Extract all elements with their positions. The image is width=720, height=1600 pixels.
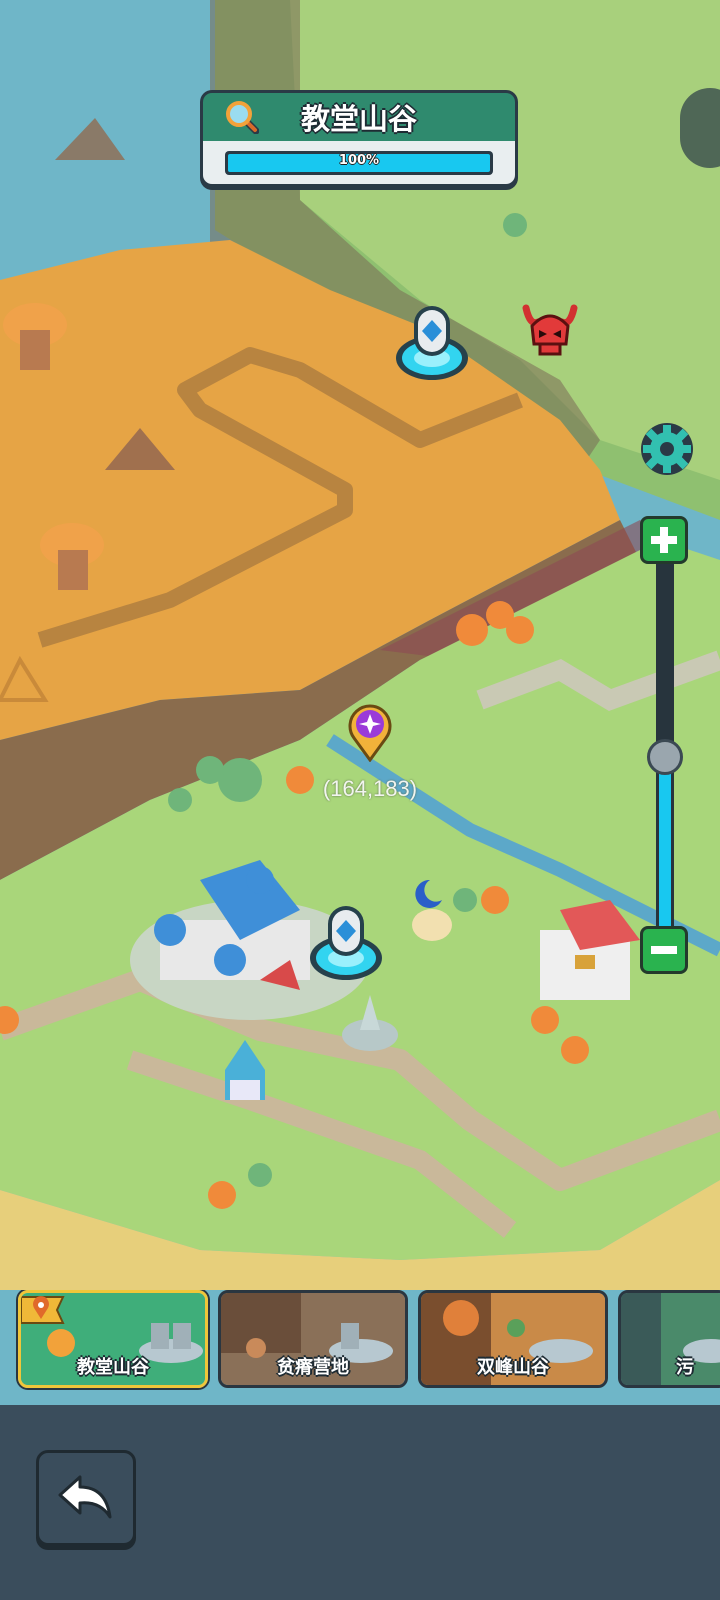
gear-icon[interactable] [638,420,696,478]
demon-skull-icon[interactable] [520,300,580,358]
region-name: 教堂山谷 [77,1357,149,1378]
waypoint-marker-icon[interactable] [346,702,394,762]
zoom-out-button[interactable] [640,926,688,974]
minus-icon [651,946,677,954]
location-pin-flag-icon [21,1296,65,1324]
portal-icon-upper[interactable] [392,306,472,386]
magnifier-icon[interactable] [225,100,259,134]
back-button[interactable] [36,1450,136,1546]
region-name: 贫瘠营地 [277,1357,349,1378]
progress-bar: 100% [225,150,493,175]
zoom-level-fill [659,757,671,930]
zoom-slider[interactable] [647,562,683,930]
region-card-1[interactable]: 贫瘠营地 [218,1290,408,1388]
plus-icon [651,527,677,553]
region-name: 双峰山谷 [477,1357,549,1378]
region-card-3[interactable]: 污 [618,1290,720,1388]
location-title: 教堂山谷 [300,102,417,136]
region-selector[interactable]: 教堂山谷 贫瘠营地 双峰山谷 污 [0,1290,720,1390]
world-map[interactable]: (164,183) 教堂山谷 100% [0,0,720,1405]
region-name: 污 [676,1357,694,1378]
exploration-progress: 100% [203,141,515,184]
location-header: 教堂山谷 [203,93,515,141]
portal-icon-village[interactable] [306,906,386,986]
zoom-slider-handle[interactable] [647,739,683,776]
region-card-0[interactable]: 教堂山谷 [18,1290,208,1388]
back-arrow-icon [58,1475,112,1519]
region-card-2[interactable]: 双峰山谷 [418,1290,608,1388]
map-coordinates: (164,183) [322,776,418,801]
progress-text: 100% [338,152,380,168]
location-panel: 教堂山谷 100% [200,90,518,190]
zoom-in-button[interactable] [640,516,688,564]
side-drawer-handle[interactable] [680,88,720,168]
